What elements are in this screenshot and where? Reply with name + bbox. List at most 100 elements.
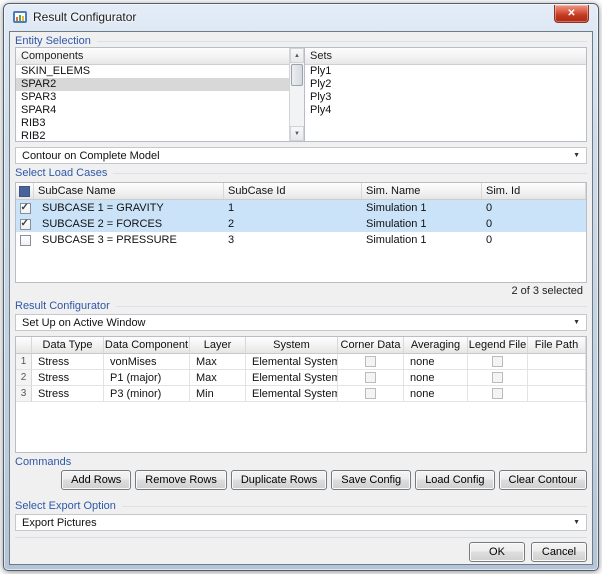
column-header[interactable]: SubCase Name — [34, 183, 224, 199]
column-header[interactable]: Sim. Name — [362, 183, 482, 199]
scrollbar-track[interactable] — [290, 87, 304, 126]
subcase-name: SUBCASE 1 = GRAVITY — [34, 202, 224, 214]
select-all-checkbox[interactable] — [19, 186, 30, 197]
selection-summary: 2 of 3 selected — [511, 285, 583, 297]
legend-file-checkbox[interactable] — [492, 356, 503, 367]
subcase-id: 3 — [224, 234, 362, 246]
system-cell[interactable]: Elemental System — [246, 370, 338, 386]
layer-cell[interactable]: Max — [190, 370, 246, 386]
column-header[interactable]: Data Type — [32, 337, 104, 354]
averaging-cell[interactable]: none — [404, 386, 468, 402]
system-cell[interactable]: Elemental System — [246, 354, 338, 370]
list-item[interactable]: RIB3 — [16, 117, 289, 130]
data-type-cell[interactable]: Stress — [32, 354, 104, 370]
corner-data-checkbox[interactable] — [365, 356, 376, 367]
column-header[interactable]: File Path — [528, 337, 586, 354]
list-item[interactable]: RIB2 — [16, 130, 289, 142]
column-header[interactable]: Sim. Id — [482, 183, 586, 199]
corner-data-checkbox[interactable] — [365, 372, 376, 383]
load-config-button[interactable]: Load Config — [415, 470, 494, 490]
row-checkbox[interactable] — [20, 219, 31, 230]
titlebar[interactable]: Result Configurator — [4, 4, 598, 30]
file-path-cell[interactable] — [528, 354, 586, 370]
legend-file-checkbox[interactable] — [492, 372, 503, 383]
scroll-down-icon: ▼ — [294, 131, 300, 137]
save-config-button[interactable]: Save Config — [331, 470, 411, 490]
sim-id: 0 — [482, 234, 586, 246]
footer-divider — [15, 537, 587, 538]
divider — [122, 506, 587, 507]
row-number[interactable]: 1 — [16, 354, 32, 370]
column-header[interactable]: System — [246, 337, 338, 354]
column-header[interactable]: Data Component — [104, 337, 190, 354]
section-load-cases: Select Load Cases — [15, 167, 587, 179]
components-list: Components SKIN_ELEMS SPAR2 SPAR3 SPAR4 … — [15, 47, 305, 142]
column-header[interactable]: Corner Data — [338, 337, 404, 354]
list-item[interactable]: Ply3 — [305, 91, 586, 104]
load-case-row[interactable]: SUBCASE 3 = PRESSURE 3 Simulation 1 0 — [16, 232, 586, 248]
data-type-cell[interactable]: Stress — [32, 370, 104, 386]
cancel-button[interactable]: Cancel — [531, 542, 587, 562]
section-label: Select Export Option — [15, 500, 116, 512]
setup-window-dropdown[interactable]: Set Up on Active Window ▼ — [15, 314, 587, 331]
legend-file-checkbox[interactable] — [492, 388, 503, 399]
data-component-cell[interactable]: P1 (major) — [104, 370, 190, 386]
list-item[interactable]: Ply4 — [305, 104, 586, 117]
layer-cell[interactable]: Min — [190, 386, 246, 402]
remove-rows-button[interactable]: Remove Rows — [135, 470, 227, 490]
configurator-header-row: Data Type Data Component Layer System Co… — [16, 337, 586, 354]
file-path-cell[interactable] — [528, 386, 586, 402]
list-item[interactable]: SPAR4 — [16, 104, 289, 117]
subcase-id: 2 — [224, 218, 362, 230]
column-header[interactable]: Averaging — [404, 337, 468, 354]
file-path-cell[interactable] — [528, 370, 586, 386]
ok-button[interactable]: OK — [469, 542, 525, 562]
corner-data-checkbox[interactable] — [365, 388, 376, 399]
scroll-up-button[interactable]: ▲ — [290, 48, 304, 63]
duplicate-rows-button[interactable]: Duplicate Rows — [231, 470, 327, 490]
window-title: Result Configurator — [33, 10, 136, 24]
sets-header-label: Sets — [310, 50, 332, 62]
row-number[interactable]: 2 — [16, 370, 32, 386]
components-list-items: SKIN_ELEMS SPAR2 SPAR3 SPAR4 RIB3 RIB2 — [16, 65, 289, 142]
row-checkbox[interactable] — [20, 203, 31, 214]
configurator-row: 1 Stress vonMises Max Elemental System n… — [16, 354, 586, 370]
row-checkbox[interactable] — [20, 235, 31, 246]
contour-model-dropdown[interactable]: Contour on Complete Model ▼ — [15, 147, 587, 164]
section-result-configurator: Result Configurator — [15, 300, 587, 312]
corner-cell — [16, 337, 32, 354]
load-case-row[interactable]: SUBCASE 1 = GRAVITY 1 Simulation 1 0 — [16, 200, 586, 216]
section-label: Result Configurator — [15, 300, 110, 312]
divider — [116, 306, 587, 307]
scroll-up-icon: ▲ — [294, 53, 300, 59]
add-rows-button[interactable]: Add Rows — [61, 470, 131, 490]
averaging-cell[interactable]: none — [404, 354, 468, 370]
export-option-dropdown[interactable]: Export Pictures ▼ — [15, 514, 587, 531]
data-component-cell[interactable]: vonMises — [104, 354, 190, 370]
clear-contour-button[interactable]: Clear Contour — [499, 470, 587, 490]
column-header[interactable]: Legend File — [468, 337, 528, 354]
data-type-cell[interactable]: Stress — [32, 386, 104, 402]
list-item[interactable]: SPAR3 — [16, 91, 289, 104]
components-scrollbar[interactable]: ▲ ▼ — [289, 48, 304, 141]
system-cell[interactable]: Elemental System — [246, 386, 338, 402]
chevron-down-icon: ▼ — [573, 519, 580, 526]
load-case-row[interactable]: SUBCASE 2 = FORCES 2 Simulation 1 0 — [16, 216, 586, 232]
close-button[interactable]: ✕ — [554, 5, 589, 23]
data-component-cell[interactable]: P3 (minor) — [104, 386, 190, 402]
sim-name: Simulation 1 — [362, 218, 482, 230]
column-header[interactable]: Layer — [190, 337, 246, 354]
layer-cell[interactable]: Max — [190, 354, 246, 370]
row-number[interactable]: 3 — [16, 386, 32, 402]
list-item[interactable]: SPAR2 — [16, 78, 289, 91]
scroll-down-button[interactable]: ▼ — [290, 126, 304, 141]
list-item[interactable]: SKIN_ELEMS — [16, 65, 289, 78]
app-icon — [13, 10, 27, 24]
list-item[interactable]: Ply1 — [305, 65, 586, 78]
scrollbar-thumb[interactable] — [291, 64, 303, 86]
page-background: Result Configurator ✕ Entity Selection C… — [0, 0, 602, 574]
list-item[interactable]: Ply2 — [305, 78, 586, 91]
averaging-cell[interactable]: none — [404, 370, 468, 386]
column-header[interactable]: SubCase Id — [224, 183, 362, 199]
command-buttons: Add Rows Remove Rows Duplicate Rows Save… — [61, 470, 587, 490]
